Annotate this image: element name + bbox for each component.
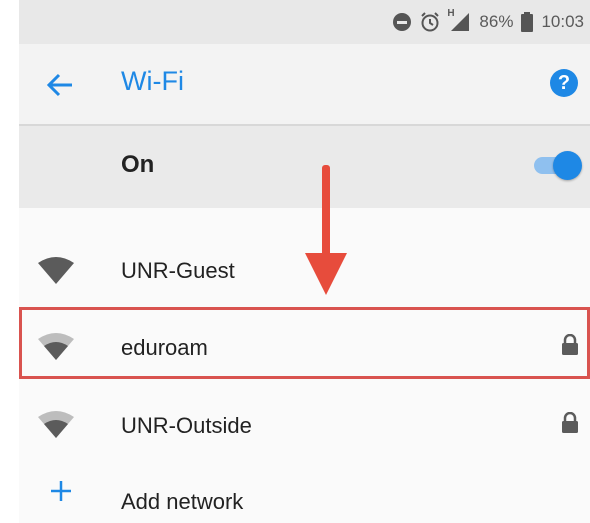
toggle-thumb (553, 151, 582, 180)
arrow-down-icon (303, 165, 349, 297)
plus-icon (49, 479, 73, 503)
back-arrow-icon[interactable] (44, 70, 76, 100)
network-item-unr-outside[interactable]: UNR-Outside (19, 384, 590, 460)
app-bar: Wi-Fi ? (19, 44, 590, 126)
wifi-toggle-label: On (121, 151, 155, 178)
add-network-button[interactable]: Add network (19, 465, 590, 523)
do-not-disturb-icon (393, 13, 412, 31)
page-title: Wi-Fi (121, 66, 184, 96)
network-name: UNR-Guest (121, 258, 235, 283)
signal-icon: H (447, 8, 471, 32)
alarm-icon (419, 11, 441, 33)
wifi-toggle-switch[interactable] (534, 151, 584, 181)
network-name: UNR-Outside (121, 413, 252, 438)
lock-icon (561, 411, 579, 434)
battery-icon (521, 12, 534, 32)
signal-type-label: H (447, 8, 455, 19)
wifi-signal-full-icon (37, 254, 75, 286)
help-icon[interactable]: ? (550, 69, 578, 97)
wifi-settings-screen: H 86% 10:03 Wi-Fi ? On UNR-Guest eduroam… (19, 0, 590, 523)
status-bar: H 86% 10:03 (19, 0, 590, 44)
battery-level: 86% (479, 12, 514, 31)
clock: 10:03 (541, 12, 584, 31)
wifi-signal-medium-icon (37, 408, 75, 440)
highlight-box (19, 307, 590, 379)
add-network-label: Add network (121, 489, 244, 514)
